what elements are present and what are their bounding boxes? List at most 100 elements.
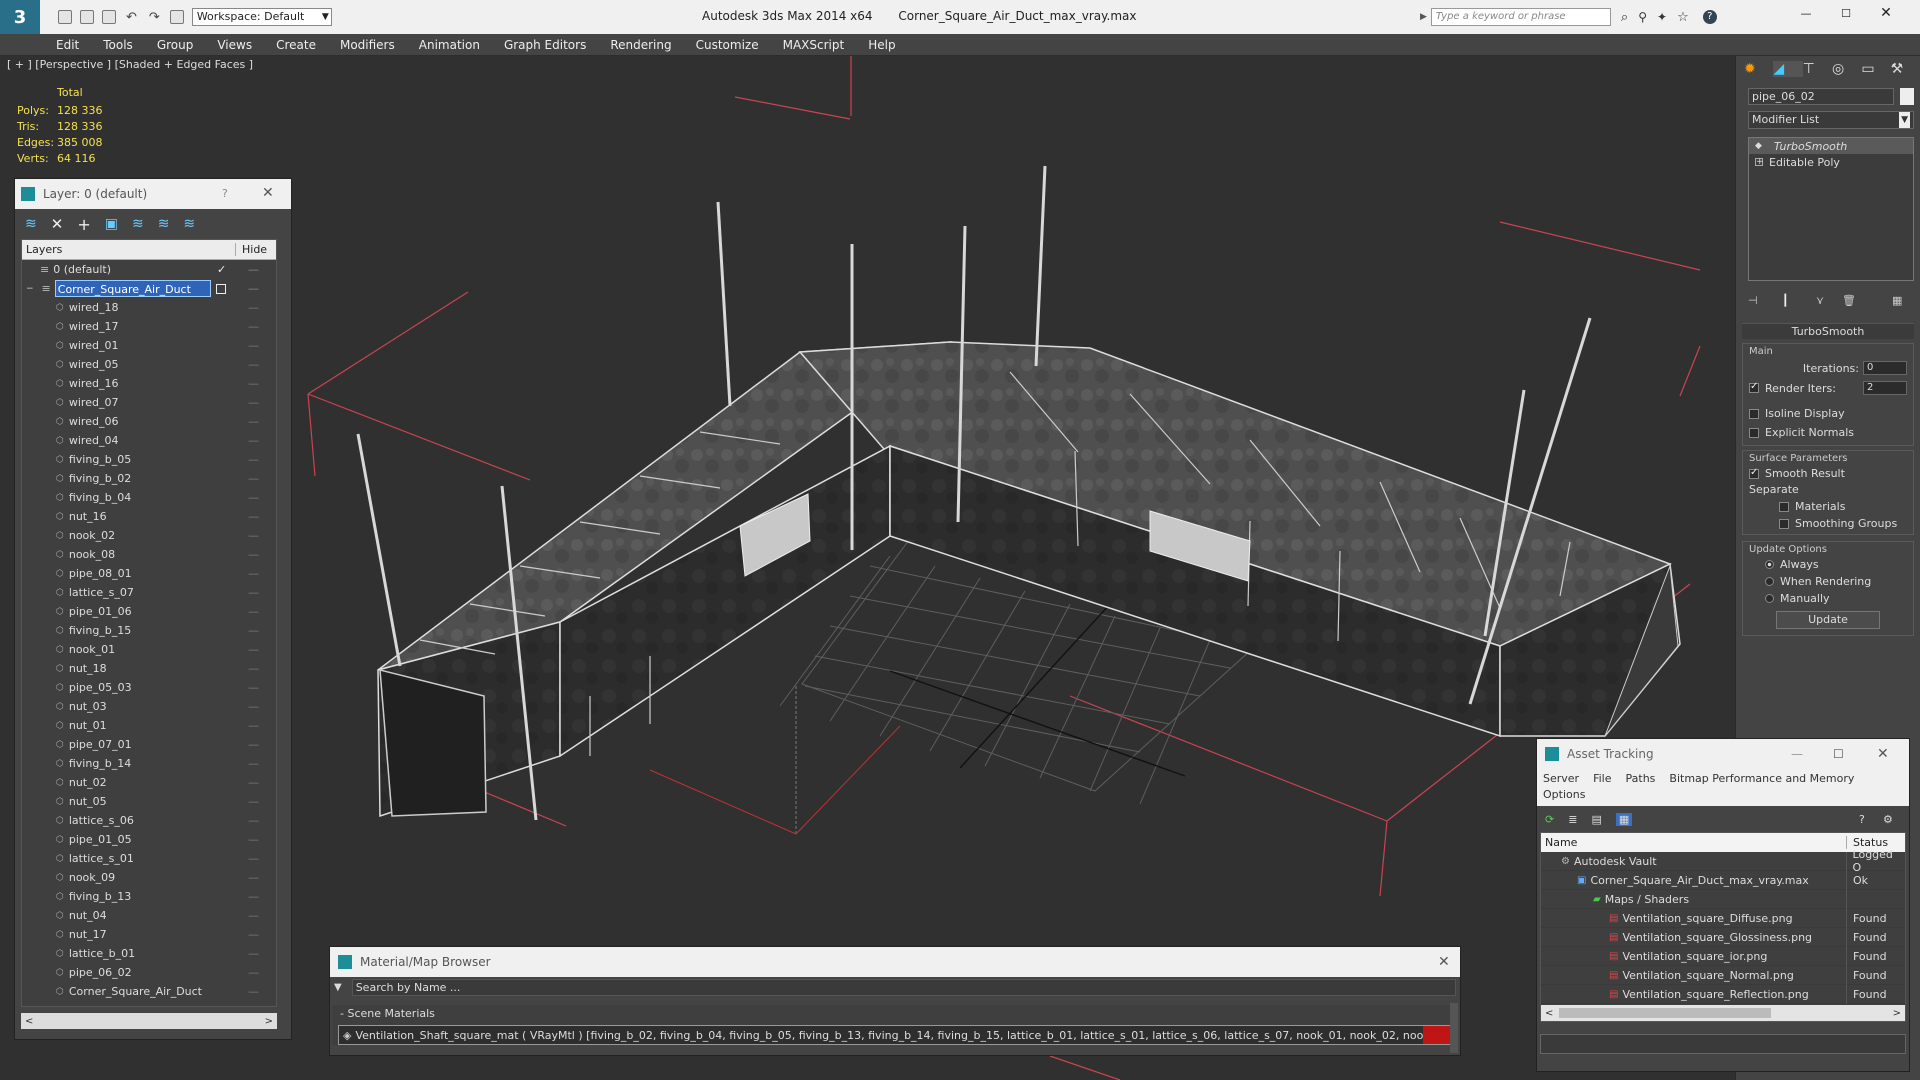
display-tab-icon[interactable]: ▭: [1861, 61, 1890, 77]
menu-item-maxscript[interactable]: MAXScript: [783, 38, 845, 52]
layer-object-row[interactable]: ⬡ fiving_b_04 —: [22, 488, 276, 507]
options-arrow-icon[interactable]: ▼: [334, 982, 342, 993]
smooth-result-checkbox[interactable]: [1749, 467, 1759, 479]
asset-row[interactable]: ▤ Ventilation_square_Normal.png Found: [1541, 965, 1905, 985]
hide-toggle-icon[interactable]: —: [248, 453, 259, 466]
isoline-checkbox[interactable]: [1749, 408, 1759, 419]
layer-object-row[interactable]: ⬡ wired_01 —: [22, 336, 276, 355]
menu-item-modifiers[interactable]: Modifiers: [340, 38, 395, 52]
col-name[interactable]: Name: [1541, 836, 1847, 849]
menu-item-graph-editors[interactable]: Graph Editors: [504, 38, 586, 52]
maximize-icon[interactable]: ☐: [1826, 7, 1866, 20]
layer-object-row[interactable]: ⬡ lattice_s_07 —: [22, 583, 276, 602]
layer-object-row[interactable]: ⬡ lattice_b_01 —: [22, 944, 276, 963]
hide-toggle-icon[interactable]: —: [248, 624, 259, 637]
hide-checkbox-icon[interactable]: [216, 283, 226, 294]
layer-object-row[interactable]: ⬡ wired_17 —: [22, 317, 276, 336]
highlight-layer-icon[interactable]: ≋: [132, 216, 144, 232]
col-hide[interactable]: Hide: [235, 243, 267, 256]
undo-icon[interactable]: ↶: [126, 10, 137, 25]
open-file-icon[interactable]: [80, 10, 94, 24]
turbosmooth-rollout-title[interactable]: TurboSmooth: [1742, 323, 1914, 339]
layer-object-row[interactable]: ⬡ nut_01 —: [22, 716, 276, 735]
hide-toggle-icon[interactable]: —: [248, 700, 259, 713]
render-iters-checkbox[interactable]: [1749, 381, 1759, 393]
show-end-result-icon[interactable]: ┃: [1782, 294, 1816, 307]
layer-object-row[interactable]: ⬡ pipe_05_03 —: [22, 678, 276, 697]
hide-toggle-icon[interactable]: —: [248, 643, 259, 656]
layer-object-row[interactable]: ⬡ wired_05 —: [22, 355, 276, 374]
viewport-label[interactable]: [ + ] [Perspective ] [Shaded + Edged Fac…: [7, 58, 253, 71]
binoculars-icon[interactable]: ⌕: [1621, 10, 1628, 25]
material-search-input[interactable]: Search by Name ...: [351, 978, 1456, 996]
manually-radio[interactable]: [1765, 594, 1774, 603]
hide-toggle-icon[interactable]: —: [248, 985, 259, 998]
close-icon[interactable]: ✕: [1877, 746, 1889, 762]
hide-toggle-icon[interactable]: —: [248, 890, 259, 903]
keyword-search-input[interactable]: Type a keyword or phrase: [1430, 8, 1611, 26]
layer-object-row[interactable]: ⬡ Corner_Square_Air_Duct —: [22, 982, 276, 1001]
layer-create-icon[interactable]: ≋: [25, 216, 37, 232]
menu-item-help[interactable]: Help: [868, 38, 895, 52]
layer-object-row[interactable]: ⬡ nut_18 —: [22, 659, 276, 678]
layer-object-row[interactable]: ⬡ pipe_07_01 —: [22, 735, 276, 754]
hide-toggle-icon[interactable]: —: [248, 529, 259, 542]
layer-object-row[interactable]: ⬡ nut_04 —: [22, 906, 276, 925]
asset-hscrollbar[interactable]: < >: [1541, 1005, 1905, 1021]
layer-hscrollbar[interactable]: < >: [21, 1013, 277, 1029]
materials-checkbox[interactable]: [1779, 501, 1789, 512]
update-button[interactable]: Update: [1776, 611, 1880, 629]
material-vscrollbar[interactable]: [1450, 1003, 1458, 1053]
always-radio[interactable]: [1765, 560, 1774, 569]
select-objects-icon[interactable]: ▣: [105, 216, 118, 232]
layer-object-row[interactable]: ⬡ pipe_01_05 —: [22, 830, 276, 849]
layer-object-row[interactable]: ⬡ wired_04 —: [22, 431, 276, 450]
hide-toggle-icon[interactable]: —: [248, 776, 259, 789]
hide-toggle-icon[interactable]: —: [248, 909, 259, 922]
layer-object-row[interactable]: ⬡ wired_07 —: [22, 393, 276, 412]
hide-toggle-icon[interactable]: —: [248, 510, 259, 523]
layer-object-row[interactable]: ⬡ fiving_b_14 —: [22, 754, 276, 773]
menu-item-rendering[interactable]: Rendering: [610, 38, 671, 52]
menu-item-group[interactable]: Group: [157, 38, 194, 52]
layer-row-selected[interactable]: − ≡ Corner_Square_Air_Duct —: [22, 279, 276, 298]
layer-object-row[interactable]: ⬡ fiving_b_05 —: [22, 450, 276, 469]
remove-modifier-icon[interactable]: 🗑: [1842, 294, 1892, 307]
new-file-icon[interactable]: [58, 10, 72, 24]
air-duct-model[interactable]: [356, 165, 1681, 821]
hide-toggle-icon[interactable]: —: [248, 320, 259, 333]
col-layers[interactable]: Layers: [22, 243, 235, 256]
hide-toggle-icon[interactable]: —: [248, 415, 259, 428]
scroll-thumb[interactable]: [1559, 1008, 1771, 1018]
hide-toggle-icon[interactable]: —: [248, 434, 259, 447]
layer-object-row[interactable]: ⬡ nut_05 —: [22, 792, 276, 811]
stack-item-turbosmooth[interactable]: ◆ TurboSmooth: [1749, 138, 1913, 154]
app-logo-icon[interactable]: 3: [0, 0, 40, 34]
layer-object-row[interactable]: ⬡ pipe_06_02 —: [22, 963, 276, 982]
close-icon[interactable]: ✕: [1866, 5, 1906, 21]
hide-all-icon[interactable]: ≋: [158, 216, 170, 232]
project-folder-icon[interactable]: [169, 10, 184, 24]
hide-toggle-icon[interactable]: —: [248, 852, 259, 865]
help-icon[interactable]: ?: [1859, 813, 1865, 826]
asset-row[interactable]: ▰ Maps / Shaders: [1541, 889, 1905, 909]
save-file-icon[interactable]: [102, 10, 116, 24]
hide-toggle-icon[interactable]: —: [248, 814, 259, 827]
modifier-list-dropdown[interactable]: Modifier List ▼: [1748, 111, 1914, 129]
iterations-spinner[interactable]: 0: [1863, 361, 1907, 375]
hide-toggle-icon[interactable]: —: [248, 719, 259, 732]
hide-toggle-icon[interactable]: —: [248, 491, 259, 504]
hide-toggle-icon[interactable]: —: [248, 339, 259, 352]
asset-row[interactable]: ▣ Corner_Square_Air_Duct_max_vray.max Ok: [1541, 870, 1905, 890]
workspace-dropdown[interactable]: Workspace: Default ▼: [191, 8, 332, 26]
communication-center-icon[interactable]: ⚲: [1638, 10, 1647, 24]
stack-item-editable-poly[interactable]: + Editable Poly: [1749, 154, 1913, 170]
menu-item-create[interactable]: Create: [276, 38, 316, 52]
hide-toggle-icon[interactable]: —: [248, 738, 259, 751]
object-color-swatch[interactable]: [1900, 88, 1914, 105]
layer-object-row[interactable]: ⬡ nut_16 —: [22, 507, 276, 526]
hide-toggle-icon[interactable]: —: [248, 833, 259, 846]
add-to-layer-icon[interactable]: +: [77, 215, 90, 234]
menu-item-customize[interactable]: Customize: [696, 38, 759, 52]
layer-object-row[interactable]: ⬡ fiving_b_13 —: [22, 887, 276, 906]
